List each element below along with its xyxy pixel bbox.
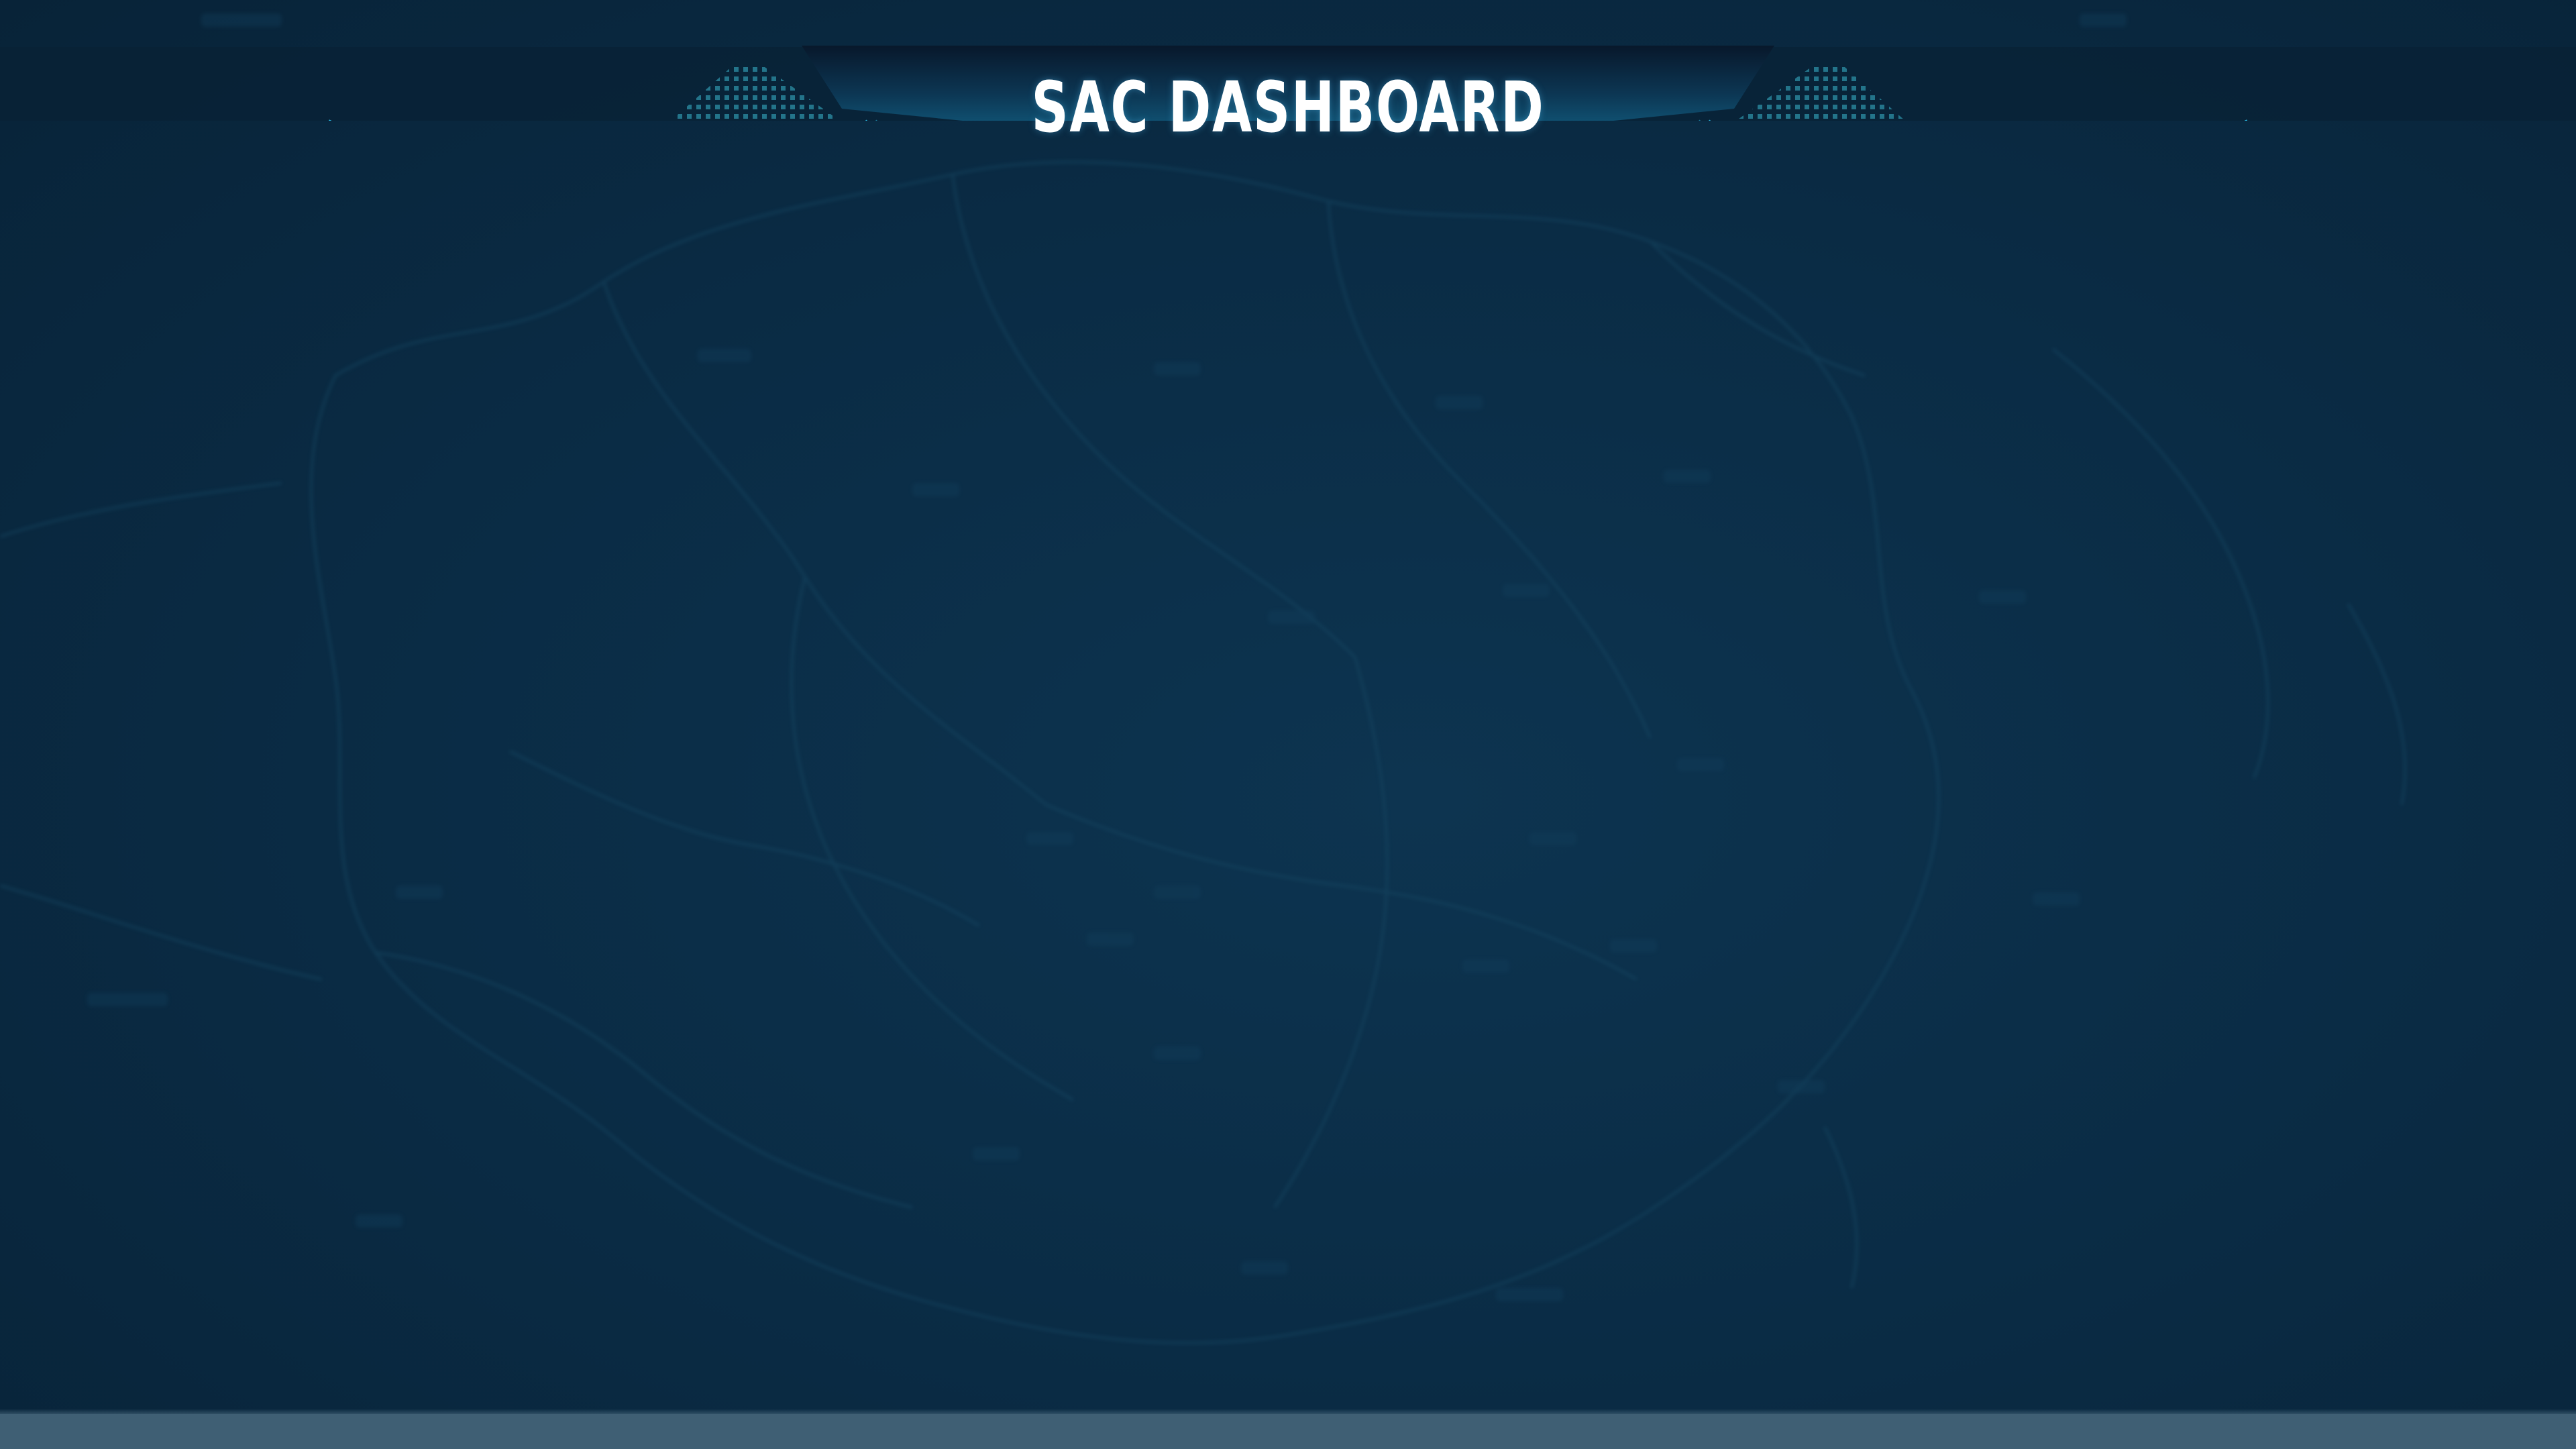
footer-strip [0,1414,2576,1449]
dashboard-stage: SAC DASHBOARD [0,0,2576,1449]
map-background [0,13,2407,1344]
page-title: SAC DASHBOARD [1031,66,1545,148]
